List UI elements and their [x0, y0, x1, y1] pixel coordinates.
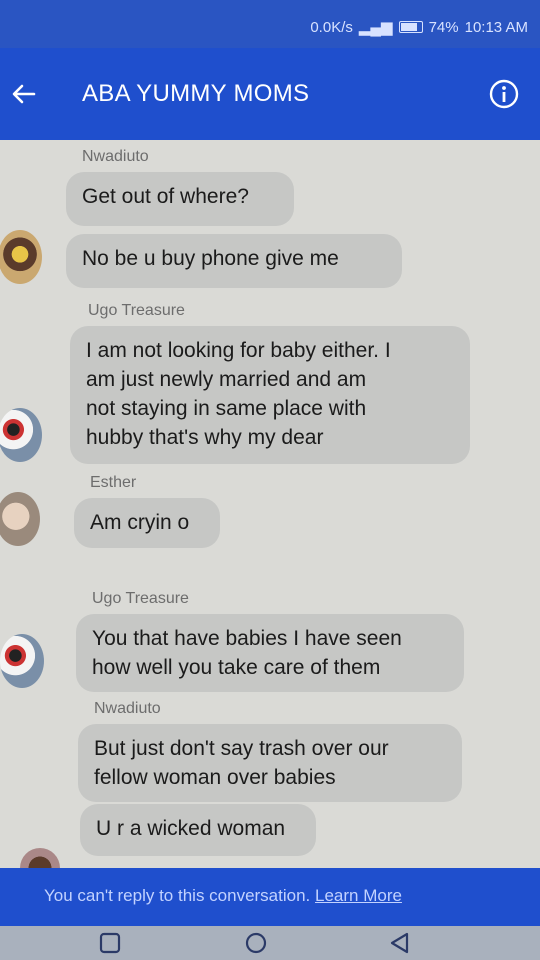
message-line: not staying in same place with [86, 397, 367, 420]
conversation-title: ABA YUMMY MOMS [82, 80, 310, 107]
message-bubble[interactable]: Get out of where? [66, 172, 294, 226]
message-list[interactable]: Nwadiuto Get out of where? No be u buy p… [0, 140, 540, 868]
back-triangle-icon [390, 932, 409, 954]
banner-text: You can't reply to this conversation. Le… [44, 886, 402, 906]
back-arrow-icon [12, 84, 36, 104]
message-bubble[interactable]: U r a wicked woman [80, 804, 316, 856]
back-nav-button[interactable] [388, 932, 412, 954]
status-indicators: 0.0K/s ▂▄▆ 74% 10:13 AM [310, 18, 528, 37]
network-speed: 0.0K/s [310, 18, 353, 36]
message-bubble[interactable]: But just don't say trash over our fellow… [78, 724, 462, 802]
avatar[interactable] [0, 492, 40, 546]
sender-name: Ugo Treasure [88, 302, 185, 319]
message-bubble[interactable]: You that have babies I have seen how wel… [76, 614, 464, 692]
sender-name: Ugo Treasure [92, 590, 189, 607]
recents-button[interactable] [98, 932, 122, 954]
message-line: how well you take care of them [92, 656, 381, 679]
message-bubble[interactable]: Am cryin o [74, 498, 220, 548]
home-circle-icon [245, 932, 267, 954]
sender-name: Nwadiuto [82, 148, 149, 165]
recents-square-icon [99, 932, 121, 954]
status-bar: 0.0K/s ▂▄▆ 74% 10:13 AM [0, 0, 540, 48]
message-line: You that have babies I have seen [92, 627, 402, 650]
sender-name: Nwadiuto [94, 700, 161, 717]
info-icon [489, 79, 519, 109]
message-line: hubby that's why my dear [86, 426, 324, 449]
home-button[interactable] [244, 932, 268, 954]
system-nav-bar [0, 926, 540, 960]
signal-icon: ▂▄▆ [358, 19, 393, 36]
info-button[interactable] [488, 78, 520, 110]
learn-more-link[interactable]: Learn More [315, 886, 402, 905]
reply-disabled-banner: You can't reply to this conversation. Le… [0, 868, 540, 926]
avatar[interactable] [0, 408, 42, 462]
message-bubble[interactable]: No be u buy phone give me [66, 234, 402, 288]
sender-name: Esther [90, 474, 137, 491]
message-line: fellow woman over babies [94, 766, 336, 789]
battery-percent: 74% [428, 18, 459, 36]
message-line: But just don't say trash over our [94, 737, 389, 760]
message-bubble[interactable]: I am not looking for baby either. I am j… [70, 326, 470, 464]
avatar[interactable] [0, 230, 42, 284]
message-line: am just newly married and am [86, 368, 367, 391]
app-bar: ABA YUMMY MOMS [0, 48, 540, 140]
banner-message: You can't reply to this conversation. [44, 886, 311, 905]
avatar[interactable] [20, 848, 60, 868]
back-button[interactable] [6, 76, 42, 112]
clock: 10:13 AM [464, 18, 528, 36]
avatar[interactable] [0, 634, 44, 688]
battery-icon [398, 21, 423, 33]
message-line: I am not looking for baby either. I [86, 339, 391, 362]
